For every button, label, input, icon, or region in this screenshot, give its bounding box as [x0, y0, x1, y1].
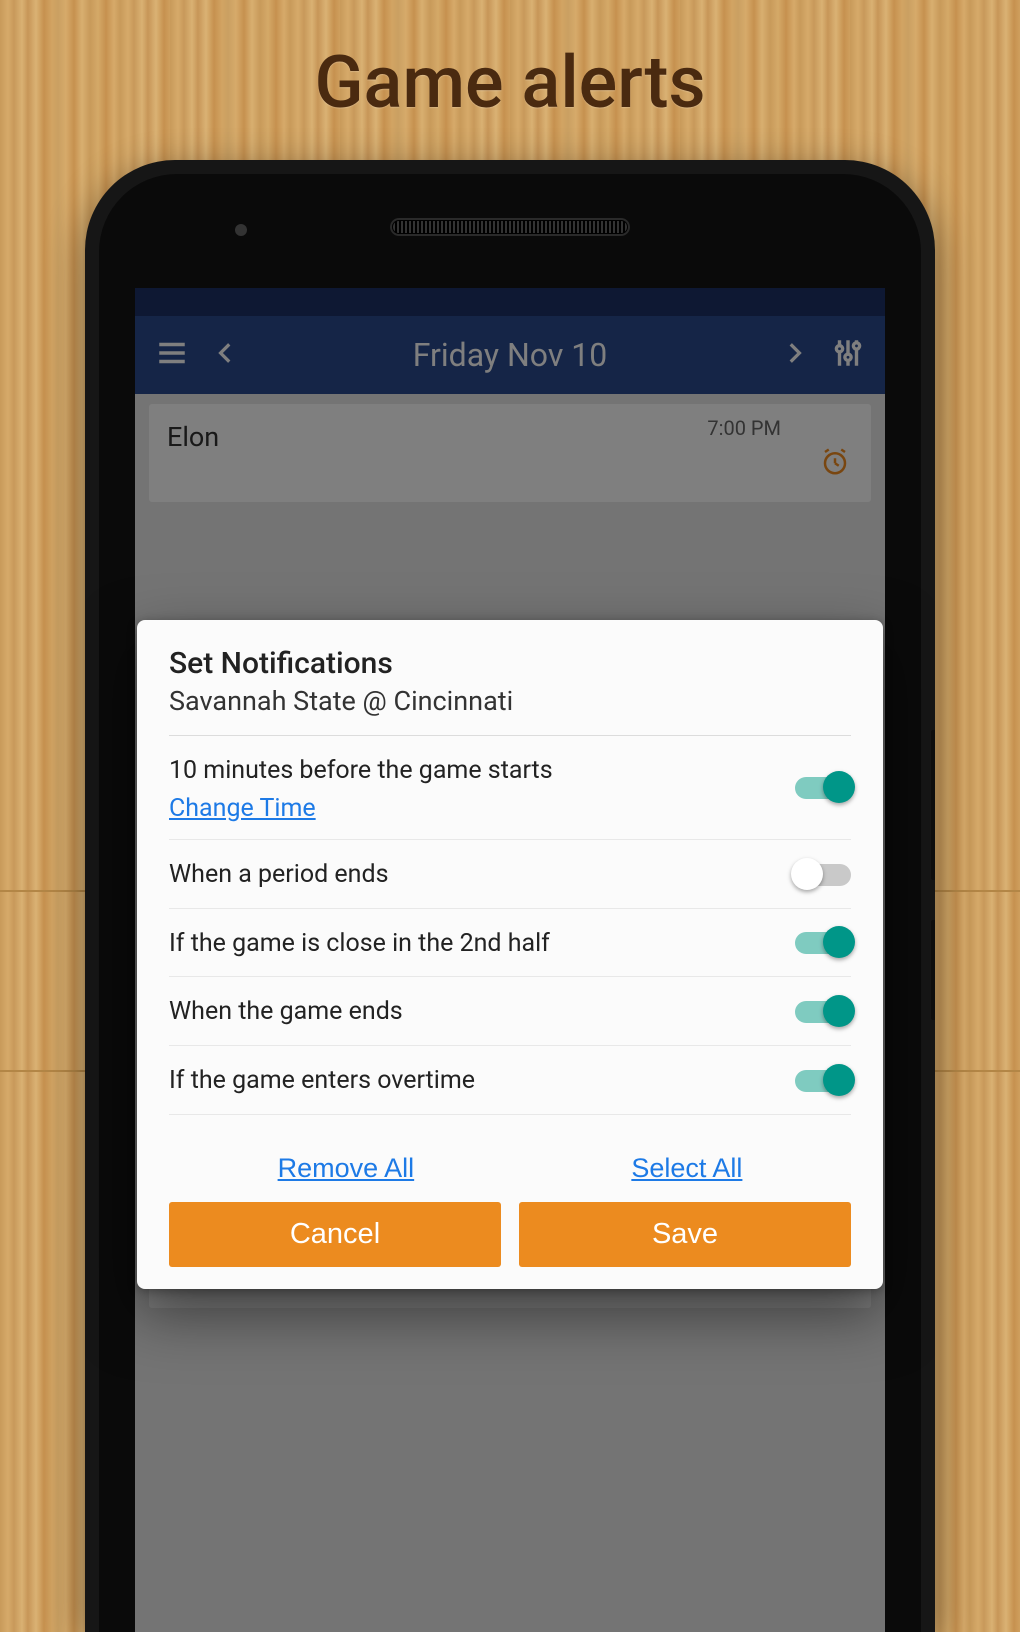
filter-button[interactable]: [821, 328, 875, 382]
toggle-switch[interactable]: [795, 1070, 851, 1092]
sliders-icon: [831, 336, 865, 374]
chevron-left-icon: [213, 340, 239, 370]
toggle-switch[interactable]: [795, 932, 851, 954]
menu-button[interactable]: [145, 328, 199, 382]
notification-option: If the game enters overtime: [169, 1046, 851, 1115]
option-label: When a period ends: [169, 858, 388, 892]
phone-frame: Friday Nov 10: [85, 160, 935, 1632]
toggle-switch[interactable]: [795, 777, 851, 799]
next-day-button[interactable]: [767, 328, 821, 382]
notification-option: When a period ends: [169, 840, 851, 909]
notification-option: If the game is close in the 2nd half: [169, 909, 851, 978]
prev-day-button[interactable]: [199, 328, 253, 382]
option-label: If the game is close in the 2nd half: [169, 927, 550, 961]
select-all-link[interactable]: Select All: [631, 1153, 742, 1184]
header-date[interactable]: Friday Nov 10: [253, 336, 767, 374]
cancel-button[interactable]: Cancel: [169, 1202, 501, 1267]
alarm-button[interactable]: [817, 446, 853, 482]
status-bar: [135, 288, 885, 316]
notification-option: 10 minutes before the game starts Change…: [169, 736, 851, 840]
app-header: Friday Nov 10: [135, 316, 885, 394]
alarm-icon: [820, 447, 850, 481]
phone-speaker: [390, 218, 630, 236]
dialog-title: Set Notifications: [169, 646, 851, 681]
option-label: If the game enters overtime: [169, 1064, 475, 1098]
page-heading: Game alerts: [0, 40, 1020, 125]
phone-side-button: [931, 730, 935, 880]
toggle-switch[interactable]: [795, 1001, 851, 1023]
option-label: 10 minutes before the game starts: [169, 754, 553, 788]
change-time-link[interactable]: Change Time: [169, 794, 553, 823]
phone-side-button: [931, 920, 935, 1020]
notifications-dialog: Set Notifications Savannah State @ Cinci…: [137, 620, 883, 1289]
game-time: 7:00 PM: [707, 416, 781, 440]
toggle-switch[interactable]: [795, 864, 851, 886]
option-label: When the game ends: [169, 995, 403, 1029]
hamburger-icon: [155, 336, 189, 374]
save-button[interactable]: Save: [519, 1202, 851, 1267]
chevron-right-icon: [781, 340, 807, 370]
game-card[interactable]: Elon 7:00 PM: [149, 404, 871, 502]
dialog-subtitle: Savannah State @ Cincinnati: [169, 685, 851, 717]
notification-option: When the game ends: [169, 977, 851, 1046]
phone-camera: [235, 224, 247, 236]
remove-all-link[interactable]: Remove All: [278, 1153, 415, 1184]
